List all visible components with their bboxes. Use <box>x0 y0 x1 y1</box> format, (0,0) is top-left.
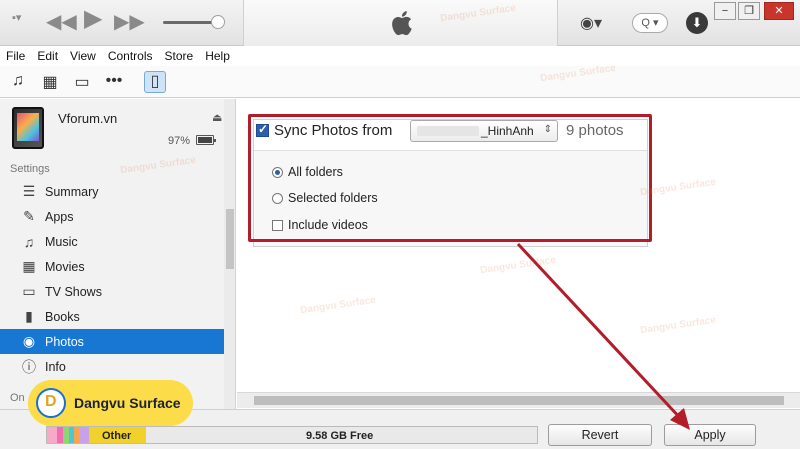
books-icon: ▮ <box>25 308 33 324</box>
sidebar-item-photos[interactable]: ◉ Photos <box>0 329 224 354</box>
sidebar-item-info[interactable]: ⓘ Info <box>0 354 224 379</box>
tv-icon[interactable]: ▭ <box>72 72 92 92</box>
menu-bar: File Edit View Controls Store Help <box>0 46 800 66</box>
summary-icon: ☰ <box>22 183 36 199</box>
more-icon[interactable]: ••• <box>104 72 124 90</box>
film-icon[interactable]: ▦ <box>40 72 60 92</box>
sidebar-item-label: Photos <box>45 334 84 349</box>
close-button[interactable]: ✕ <box>764 2 794 20</box>
highlight-box <box>248 114 652 242</box>
sidebar: Vforum.vn ⏏ 97% Settings ☰ Summary ✎ Apps ♫ M… <box>0 99 236 409</box>
volume-knob[interactable] <box>211 15 225 29</box>
sidebar-item-label: Music <box>45 234 78 249</box>
device-name: Vforum.vn <box>58 111 118 126</box>
rewind-icon[interactable]: ◀◀ <box>46 12 77 32</box>
sidebar-item-movies[interactable]: ▦ Movies <box>0 254 224 279</box>
battery-icon <box>196 135 216 145</box>
movies-icon: ▦ <box>22 258 36 274</box>
settings-header: Settings <box>10 163 50 175</box>
restore-button[interactable]: ❐ <box>738 2 760 20</box>
download-icon[interactable]: ⬇ <box>686 12 708 34</box>
capacity-segment <box>79 427 90 443</box>
capacity-other-label: Other <box>102 430 132 442</box>
revert-button[interactable]: Revert <box>548 424 652 446</box>
account-icon[interactable]: ◉▾ <box>580 13 610 33</box>
sidebar-item-label: Movies <box>45 259 85 274</box>
sidebar-item-books[interactable]: ▮ Books <box>0 304 224 329</box>
menu-edit[interactable]: Edit <box>37 49 58 63</box>
capacity-segment <box>47 427 57 443</box>
sidebar-item-label: Info <box>45 359 66 374</box>
eject-icon[interactable]: ⏏ <box>212 111 222 124</box>
player-bar: ▪▾ ◀◀ ▶ ▶▶ ◉▾ Q ▾ ⬇ − ❐ ✕ <box>0 0 800 46</box>
settings-nav: ☰ Summary ✎ Apps ♫ Music ▦ Movies ▭ TV Shows ▮ Book… <box>0 179 224 379</box>
music-icon: ♫ <box>23 233 35 250</box>
minimize-button[interactable]: − <box>714 2 736 20</box>
sidebar-item-label: TV Shows <box>45 284 102 299</box>
search-icon: Q <box>641 17 650 29</box>
media-toolbar: ♫ ▦ ▭ ••• ▯ <box>0 66 800 98</box>
sidebar-item-label: Books <box>45 309 80 324</box>
sidebar-scrollbar[interactable] <box>224 99 235 409</box>
on-device-header: On <box>10 392 25 404</box>
apply-button[interactable]: Apply <box>664 424 756 446</box>
ipad-icon <box>12 107 44 149</box>
menu-file[interactable]: File <box>6 49 25 63</box>
menu-controls[interactable]: Controls <box>108 49 153 63</box>
menu-store[interactable]: Store <box>165 49 194 63</box>
camera-icon: ◉ <box>22 333 36 349</box>
brand-badge: Dangvu Surface <box>28 380 193 426</box>
play-icon[interactable]: ▶ <box>84 7 102 31</box>
device-icon[interactable]: ▯ <box>144 71 166 93</box>
apps-icon: ✎ <box>23 208 35 224</box>
sidebar-item-tv-shows[interactable]: ▭ TV Shows <box>0 279 224 304</box>
search-button[interactable]: Q ▾ <box>632 13 668 33</box>
apple-logo-icon <box>392 11 412 36</box>
tv-icon: ▭ <box>22 283 36 299</box>
horizontal-scrollbar[interactable] <box>237 392 800 408</box>
sidebar-item-label: Summary <box>45 184 99 199</box>
sidebar-item-label: Apps <box>45 209 74 224</box>
music-note-icon[interactable]: ♫ <box>8 72 28 90</box>
capacity-free-label: 9.58 GB Free <box>306 430 374 442</box>
menu-view[interactable]: View <box>70 49 96 63</box>
menu-help[interactable]: Help <box>205 49 230 63</box>
info-icon: ⓘ <box>22 358 36 375</box>
battery-percent: 97% <box>168 135 191 147</box>
brand-badge-text: Dangvu Surface <box>74 395 181 411</box>
brand-logo-icon <box>36 388 66 418</box>
sidebar-item-apps[interactable]: ✎ Apps <box>0 204 224 229</box>
sidebar-item-summary[interactable]: ☰ Summary <box>0 179 224 204</box>
sidebar-item-music[interactable]: ♫ Music <box>0 229 224 254</box>
fast-forward-icon[interactable]: ▶▶ <box>114 12 145 32</box>
menu-icon[interactable]: ▪▾ <box>12 8 21 28</box>
